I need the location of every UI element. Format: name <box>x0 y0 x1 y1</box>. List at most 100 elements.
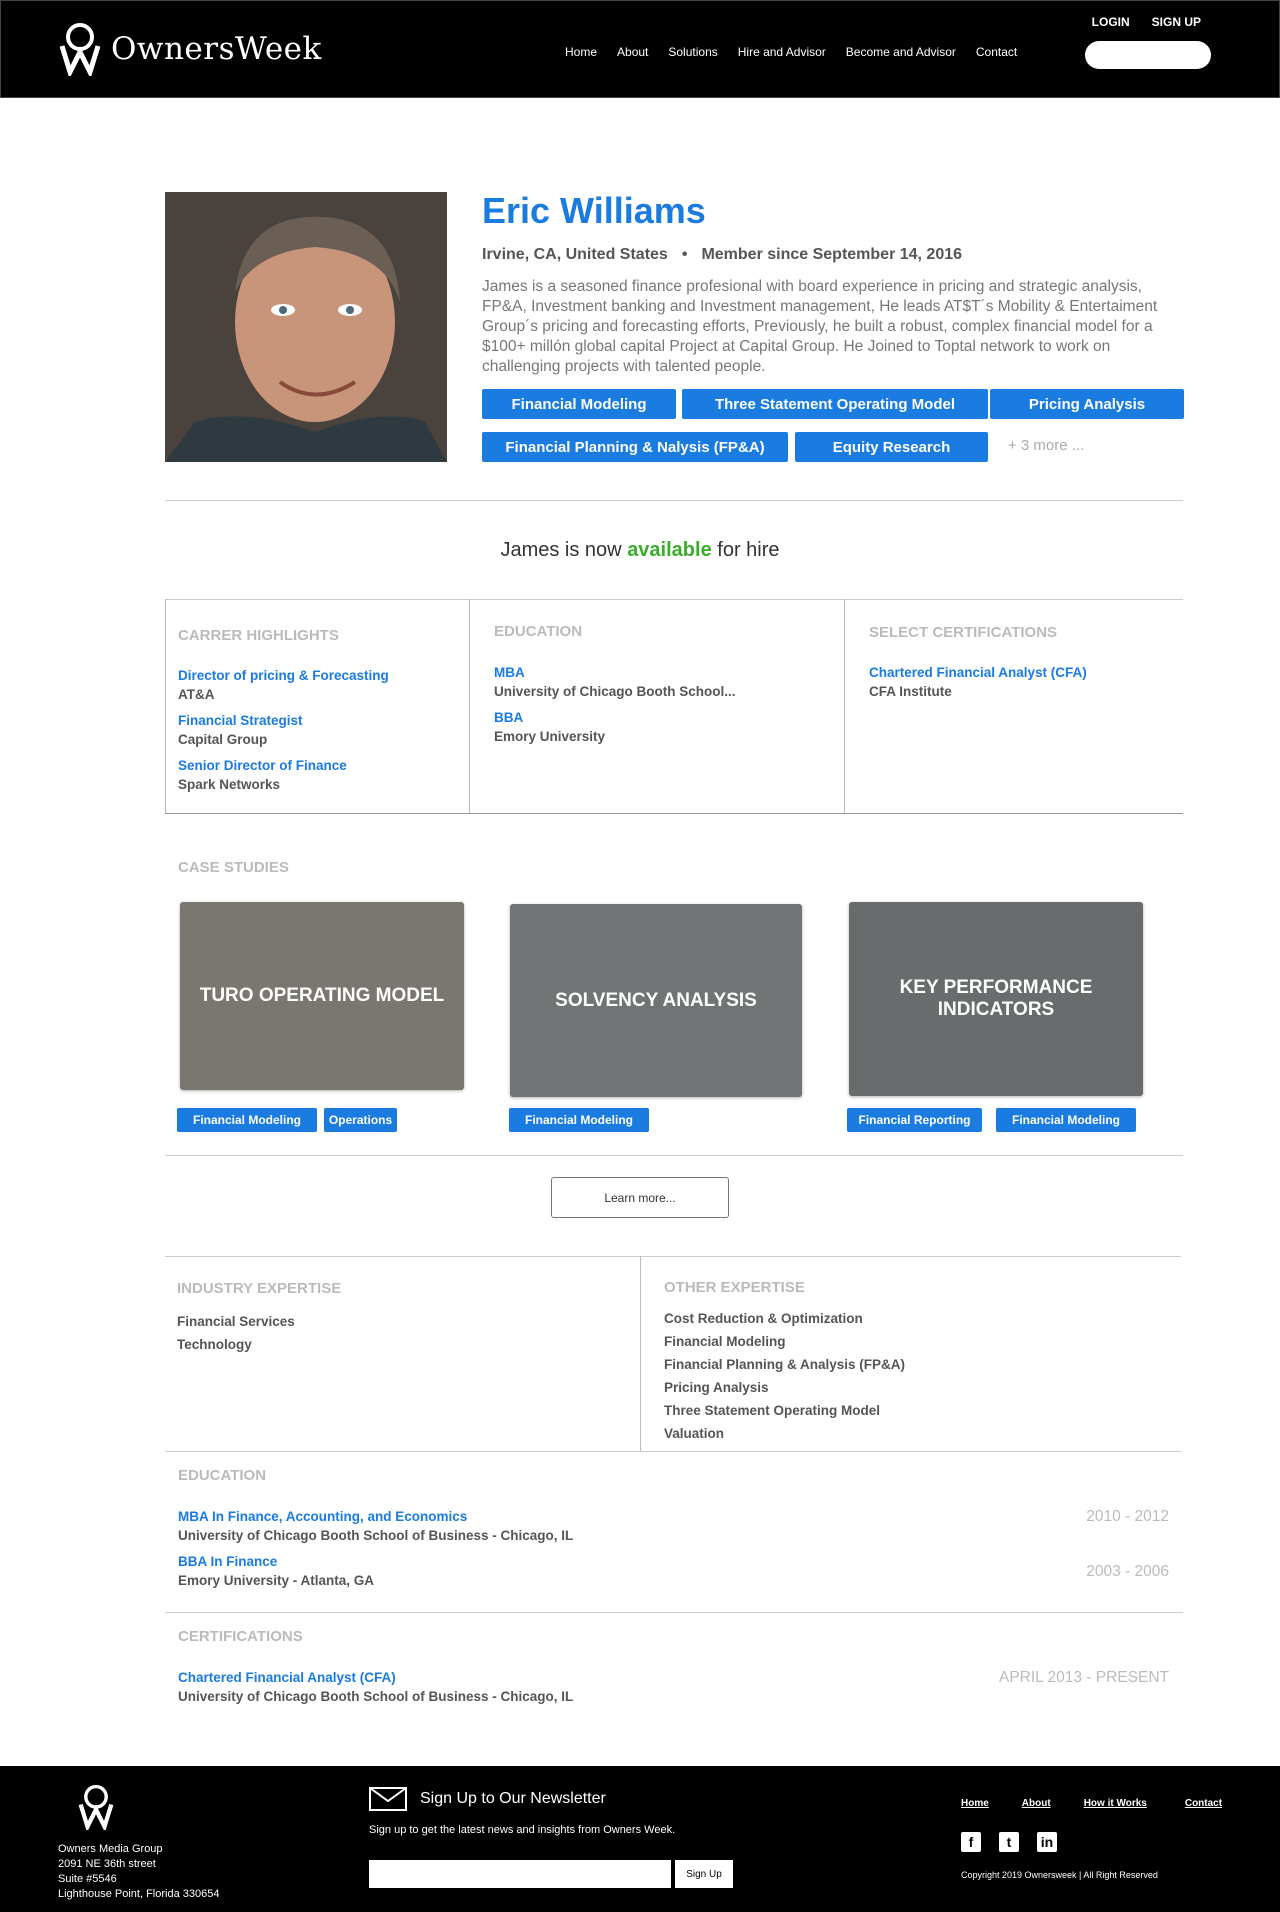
expertise-item: Valuation <box>664 1426 725 1441</box>
footer-link-about[interactable]: About <box>1022 1798 1051 1809</box>
certification-name[interactable]: Chartered Financial Analyst (CFA) <box>178 1670 396 1685</box>
expertise-item: Three Statement Operating Model <box>664 1403 881 1418</box>
education-degree[interactable]: MBA <box>494 665 525 680</box>
case-tag[interactable]: Operations <box>324 1108 397 1132</box>
skill-tag[interactable]: Pricing Analysis <box>990 389 1184 419</box>
profile-photo <box>165 192 447 462</box>
divider <box>469 599 470 813</box>
career-org: Capital Group <box>178 732 268 747</box>
case-study-title: SOLVENCY ANALYSIS <box>555 989 757 1011</box>
certification-school: University of Chicago Booth School of Bu… <box>178 1689 574 1704</box>
availability-suffix: for hire <box>717 539 780 561</box>
envelope-icon <box>369 1787 407 1811</box>
brand-name: OwnersWeek <box>111 31 322 67</box>
footer-link-contact[interactable]: Contact <box>1185 1798 1222 1809</box>
divider <box>165 1612 1183 1613</box>
availability-status: available <box>627 539 712 561</box>
nav-become-advisor[interactable]: Become and Advisor <box>846 45 956 59</box>
divider <box>165 813 1183 814</box>
education-title: EDUCATION <box>178 1467 267 1484</box>
twitter-icon[interactable]: t <box>999 1832 1019 1852</box>
meta-separator: • <box>681 246 688 263</box>
profile-meta: Irvine, CA, United States • Member since S… <box>482 246 962 264</box>
login-link[interactable]: LOGIN <box>1092 15 1130 29</box>
footer-link-home[interactable]: Home <box>961 1798 989 1809</box>
select-certifications-title: SELECT CERTIFICATIONS <box>869 624 1058 641</box>
case-studies-title: CASE STUDIES <box>178 859 289 876</box>
education-degree[interactable]: BBA In Finance <box>178 1554 277 1569</box>
certification-years: APRIL 2013 - PRESENT <box>999 1669 1169 1686</box>
education-years: 2003 - 2006 <box>1086 1563 1169 1580</box>
search-input[interactable] <box>1085 41 1211 69</box>
industry-item: Technology <box>177 1337 252 1352</box>
career-role[interactable]: Senior Director of Finance <box>178 758 347 773</box>
divider <box>165 1256 1181 1257</box>
expertise-item: Pricing Analysis <box>664 1380 769 1395</box>
expertise-item: Financial Modeling <box>664 1334 786 1349</box>
nav-contact[interactable]: Contact <box>976 45 1017 59</box>
case-tag[interactable]: Financial Modeling <box>509 1108 649 1132</box>
education-school: Emory University - Atlanta, GA <box>178 1573 375 1588</box>
education-school: University of Chicago Booth School of Bu… <box>178 1528 574 1543</box>
case-tag[interactable]: Financial Reporting <box>847 1108 982 1132</box>
address-line: Owners Media Group <box>58 1843 163 1855</box>
address-line: Lighthouse Point, Florida 330654 <box>58 1888 220 1900</box>
availability-prefix: James is now <box>500 539 622 561</box>
certification-issuer: CFA Institute <box>869 684 952 699</box>
profile-member-since: Member since September 14, 2016 <box>701 246 963 263</box>
brand-logo[interactable]: OwnersWeek <box>59 21 369 77</box>
certification-name[interactable]: Chartered Financial Analyst (CFA) <box>869 665 1087 680</box>
divider <box>844 599 845 813</box>
footer-logo-icon[interactable] <box>75 1784 117 1830</box>
certifications-title: CERTIFICATIONS <box>178 1628 303 1645</box>
skill-tag[interactable]: Financial Planning & Nalysis (FP&A) <box>482 432 788 462</box>
facebook-icon[interactable]: f <box>961 1832 981 1852</box>
signup-link[interactable]: SIGN UP <box>1152 15 1201 29</box>
copyright: Copyright 2019 Ownersweek | All Right Re… <box>961 1870 1158 1880</box>
site-header: OwnersWeek LOGIN SIGN UP Home About Solu… <box>0 0 1280 98</box>
case-tag[interactable]: Financial Modeling <box>177 1108 317 1132</box>
education-degree[interactable]: MBA In Finance, Accounting, and Economic… <box>178 1509 467 1524</box>
linkedin-icon[interactable]: in <box>1037 1832 1057 1852</box>
divider <box>165 1451 1181 1452</box>
education-school: Emory University <box>494 729 606 744</box>
skill-tag[interactable]: Three Statement Operating Model <box>682 389 988 419</box>
education-degree[interactable]: BBA <box>494 710 523 725</box>
nav-solutions[interactable]: Solutions <box>668 45 717 59</box>
footer-link-how-it-works[interactable]: How it Works <box>1084 1798 1147 1809</box>
divider <box>165 1155 1183 1156</box>
case-study-card[interactable]: TURO OPERATING MODEL <box>180 902 464 1090</box>
newsletter-email-input[interactable] <box>369 1860 671 1888</box>
divider <box>640 1256 641 1451</box>
learn-more-button[interactable]: Learn more... <box>551 1177 729 1218</box>
career-org: AT&A <box>178 687 215 702</box>
social-links: f t in <box>961 1832 1057 1852</box>
nav-home[interactable]: Home <box>565 45 597 59</box>
newsletter-title: Sign Up to Our Newsletter <box>420 1790 606 1807</box>
newsletter-subtitle: Sign up to get the latest news and insig… <box>369 1824 676 1836</box>
education-years: 2010 - 2012 <box>1086 1508 1169 1525</box>
education-school: University of Chicago Booth School... <box>494 684 736 699</box>
career-role[interactable]: Financial Strategist <box>178 713 303 728</box>
case-study-card[interactable]: SOLVENCY ANALYSIS <box>510 904 802 1097</box>
industry-item: Financial Services <box>177 1314 295 1329</box>
education-summary-title: EDUCATION <box>494 623 583 640</box>
more-skills-link[interactable]: + 3 more ... <box>1008 437 1084 454</box>
divider <box>165 599 166 813</box>
career-org: Spark Networks <box>178 777 281 792</box>
case-tag[interactable]: Financial Modeling <box>996 1108 1136 1132</box>
skill-tag[interactable]: Equity Research <box>795 432 988 462</box>
nav-about[interactable]: About <box>617 45 648 59</box>
nav-hire-advisor[interactable]: Hire and Advisor <box>738 45 826 59</box>
case-study-card[interactable]: KEY PERFORMANCE INDICATORS <box>849 902 1143 1096</box>
expertise-item: Cost Reduction & Optimization <box>664 1311 863 1326</box>
newsletter-signup-button[interactable]: Sign Up <box>675 1860 733 1888</box>
divider <box>165 599 1183 600</box>
skill-tag[interactable]: Financial Modeling <box>482 389 676 419</box>
footer-address: Owners Media Group 2091 NE 36th street S… <box>58 1842 219 1902</box>
career-role[interactable]: Director of pricing & Forecasting <box>178 668 389 683</box>
profile-bio: James is a seasoned finance profesional … <box>482 278 1158 375</box>
owners-week-logo-icon <box>59 23 101 76</box>
other-expertise-title: OTHER EXPERTISE <box>664 1279 805 1296</box>
case-study-title: KEY PERFORMANCE INDICATORS <box>899 977 1093 1020</box>
